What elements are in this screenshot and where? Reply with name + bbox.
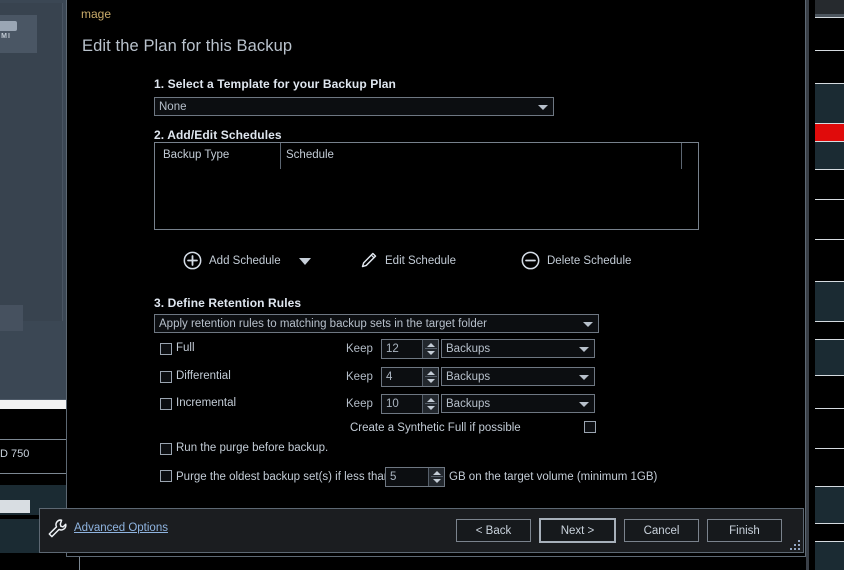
background-list-swatch bbox=[0, 500, 30, 513]
retention-incremental-label: Incremental bbox=[176, 397, 237, 409]
purge-oldest-suffix-label: GB on the target volume (minimum 1GB) bbox=[449, 471, 658, 483]
retention-incremental-keep-label: Keep bbox=[346, 398, 373, 410]
template-select-value: None bbox=[159, 100, 187, 113]
retention-differential-unit-select[interactable]: Backups bbox=[441, 367, 595, 386]
delete-schedule-label: Delete Schedule bbox=[547, 254, 632, 267]
dialog-right-edge bbox=[806, 0, 809, 570]
stepper-decrement-icon[interactable] bbox=[427, 379, 435, 383]
hdmi-icon bbox=[0, 21, 17, 31]
column-header-schedule: Schedule bbox=[286, 149, 334, 161]
add-schedule-label: Add Schedule bbox=[209, 254, 281, 267]
stepper-buttons[interactable] bbox=[422, 368, 438, 386]
delete-schedule-button[interactable]: Delete Schedule bbox=[521, 251, 631, 270]
background-gap bbox=[809, 0, 815, 570]
chevron-down-icon bbox=[579, 375, 589, 380]
retention-full-keep-label: Keep bbox=[346, 343, 373, 355]
retention-incremental-unit-select[interactable]: Backups bbox=[441, 394, 595, 413]
stepper-divider bbox=[425, 376, 437, 377]
purge-oldest-prefix-label: Purge the oldest backup set(s) if less t… bbox=[176, 471, 391, 483]
purge-oldest-threshold-value: 5 bbox=[390, 471, 397, 483]
resize-grip[interactable] bbox=[790, 540, 801, 551]
background-tile bbox=[0, 305, 23, 331]
schedules-table-header: Backup Type Schedule bbox=[155, 143, 698, 169]
section-template-title: 1. Select a Template for your Backup Pla… bbox=[154, 77, 396, 91]
background-list-divider bbox=[0, 473, 74, 474]
hdmi-label: HDMI bbox=[0, 33, 11, 40]
add-schedule-button[interactable]: Add Schedule bbox=[183, 251, 281, 270]
edit-backup-plan-dialog: mage Edit the Plan for this Backup 1. Se… bbox=[66, 0, 806, 557]
column-separator bbox=[681, 143, 682, 169]
dialog-body: 1. Select a Template for your Backup Pla… bbox=[67, 0, 805, 556]
retention-scope-select[interactable]: Apply retention rules to matching backup… bbox=[154, 314, 599, 333]
retention-scope-value: Apply retention rules to matching backup… bbox=[159, 317, 487, 330]
stepper-divider bbox=[431, 476, 443, 477]
stepper-increment-icon[interactable] bbox=[427, 371, 435, 375]
add-schedule-dropdown-icon[interactable] bbox=[299, 258, 311, 265]
chevron-down-icon bbox=[579, 347, 589, 352]
stepper-decrement-icon[interactable] bbox=[427, 351, 435, 355]
retention-incremental-unit-value: Backups bbox=[446, 397, 491, 410]
stepper-divider bbox=[425, 403, 437, 404]
finish-button[interactable]: Finish bbox=[707, 519, 782, 542]
column-header-backup-type: Backup Type bbox=[163, 149, 230, 161]
stepper-buttons[interactable] bbox=[422, 340, 438, 358]
purge-oldest-threshold-stepper[interactable]: 5 bbox=[385, 467, 445, 487]
stepper-increment-icon[interactable] bbox=[427, 343, 435, 347]
retention-full-unit-value: Backups bbox=[446, 342, 491, 355]
wrench-icon[interactable] bbox=[46, 518, 68, 540]
stepper-decrement-icon[interactable] bbox=[433, 479, 441, 483]
template-select[interactable]: None bbox=[154, 97, 554, 116]
minus-circle-icon bbox=[521, 251, 540, 270]
section-retention-title: 3. Define Retention Rules bbox=[154, 296, 302, 310]
retention-full-checkbox[interactable] bbox=[160, 343, 172, 355]
purge-before-backup-checkbox[interactable] bbox=[160, 443, 172, 455]
retention-differential-checkbox[interactable] bbox=[160, 371, 172, 383]
column-separator bbox=[280, 143, 281, 169]
plus-circle-icon bbox=[183, 251, 202, 270]
edit-schedule-label: Edit Schedule bbox=[385, 254, 456, 267]
purge-oldest-checkbox[interactable] bbox=[160, 470, 172, 482]
screen: HDMI D 750 mage Edit the Plan for t bbox=[0, 0, 844, 570]
chevron-down-icon bbox=[538, 105, 548, 110]
retention-full-keep-stepper[interactable]: 12 bbox=[381, 339, 439, 359]
retention-differential-keep-value: 4 bbox=[386, 371, 393, 383]
background-list-divider bbox=[0, 439, 74, 440]
retention-full-label: Full bbox=[176, 342, 195, 354]
retention-full-keep-value: 12 bbox=[386, 343, 399, 355]
retention-differential-label: Differential bbox=[176, 370, 231, 382]
retention-full-unit-select[interactable]: Backups bbox=[441, 339, 595, 358]
stepper-buttons[interactable] bbox=[428, 468, 444, 486]
back-button[interactable]: < Back bbox=[456, 519, 531, 542]
stepper-buttons[interactable] bbox=[422, 395, 438, 413]
schedules-table[interactable]: Backup Type Schedule bbox=[154, 142, 699, 230]
retention-incremental-keep-stepper[interactable]: 10 bbox=[381, 394, 439, 414]
retention-incremental-checkbox[interactable] bbox=[160, 398, 172, 410]
purge-before-backup-label: Run the purge before backup. bbox=[176, 442, 329, 454]
cancel-button[interactable]: Cancel bbox=[624, 519, 699, 542]
stepper-divider bbox=[425, 348, 437, 349]
next-button[interactable]: Next > bbox=[539, 518, 616, 543]
section-schedules-title: 2. Add/Edit Schedules bbox=[154, 128, 282, 142]
pencil-icon bbox=[361, 252, 377, 268]
stepper-increment-icon[interactable] bbox=[433, 471, 441, 475]
retention-incremental-keep-value: 10 bbox=[386, 398, 399, 410]
stepper-decrement-icon[interactable] bbox=[427, 406, 435, 410]
stepper-increment-icon[interactable] bbox=[427, 398, 435, 402]
retention-differential-keep-label: Keep bbox=[346, 371, 373, 383]
synthetic-full-checkbox[interactable] bbox=[584, 421, 596, 433]
chevron-down-icon bbox=[579, 402, 589, 407]
background-lower-left-label: D 750 bbox=[0, 448, 30, 460]
edit-schedule-button[interactable]: Edit Schedule bbox=[359, 251, 456, 270]
chevron-down-icon bbox=[583, 322, 593, 327]
advanced-options-link[interactable]: Advanced Options bbox=[74, 522, 168, 534]
background-white-bar bbox=[0, 400, 74, 409]
retention-differential-keep-stepper[interactable]: 4 bbox=[381, 367, 439, 387]
retention-differential-unit-value: Backups bbox=[446, 370, 491, 383]
synthetic-full-label: Create a Synthetic Full if possible bbox=[350, 422, 521, 434]
